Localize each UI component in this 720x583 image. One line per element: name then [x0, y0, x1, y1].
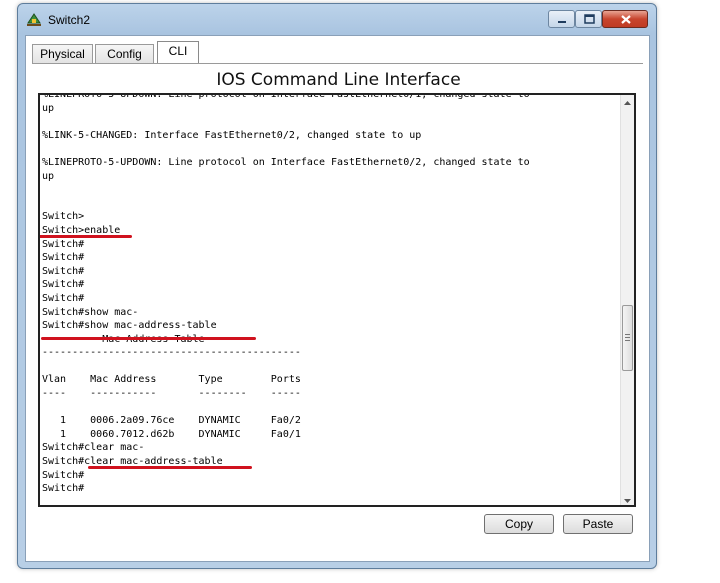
- terminal-line: up: [42, 102, 55, 114]
- terminal-line: %LINEPROTO-5-UPDOWN: Line protocol on In…: [42, 156, 530, 168]
- terminal-line: Switch#show mac-address-table: [42, 320, 217, 332]
- maximize-button[interactable]: [575, 10, 602, 28]
- cli-terminal[interactable]: %LINEPROTO-5-UPDOWN: Line protocol on In…: [38, 93, 636, 507]
- window-title: Switch2: [48, 13, 91, 27]
- close-button[interactable]: [602, 10, 648, 28]
- terminal-line: Switch#: [42, 238, 85, 250]
- app-window: Switch2 Physical Config CLI IOS Command …: [17, 3, 657, 569]
- terminal-line: Vlan Mac Address Type Ports: [42, 374, 301, 386]
- terminal-line: Switch>: [42, 211, 85, 223]
- scroll-up-arrow-icon[interactable]: [621, 95, 634, 108]
- scroll-thumb[interactable]: [622, 305, 633, 371]
- minimize-button[interactable]: [548, 10, 575, 28]
- terminal-line: Switch#: [42, 469, 85, 481]
- terminal-line: up: [42, 170, 55, 182]
- terminal-line: 1 0006.2a09.76ce DYNAMIC Fa0/2: [42, 415, 301, 427]
- terminal-scrollbar[interactable]: [620, 95, 634, 505]
- terminal-line: Switch#: [42, 292, 85, 304]
- scroll-down-arrow-icon[interactable]: [621, 492, 634, 505]
- annotation-underline-clear-mac: [88, 466, 252, 469]
- switch-app-icon: [26, 11, 42, 27]
- terminal-line: Switch#: [42, 265, 85, 277]
- grip-line: [625, 340, 630, 341]
- annotation-underline-show-mac: [41, 337, 256, 340]
- terminal-line: ----------------------------------------…: [42, 347, 301, 359]
- paste-button[interactable]: Paste: [563, 514, 633, 534]
- tab-divider: [32, 63, 643, 64]
- terminal-output: %LINEPROTO-5-UPDOWN: Line protocol on In…: [42, 93, 622, 496]
- terminal-line: %LINK-5-CHANGED: Interface FastEthernet0…: [42, 129, 422, 141]
- page-title: IOS Command Line Interface: [216, 70, 461, 90]
- terminal-line: Switch#: [42, 252, 85, 264]
- terminal-line: ---- ----------- -------- -----: [42, 388, 301, 400]
- terminal-line: 1 0060.7012.d62b DYNAMIC Fa0/1: [42, 428, 301, 440]
- client-area: Physical Config CLI IOS Command Line Int…: [25, 35, 650, 562]
- tab-physical[interactable]: Physical: [32, 44, 93, 63]
- terminal-line: %LINEPROTO-5-UPDOWN: Line protocol on In…: [42, 93, 530, 100]
- grip-line: [625, 337, 630, 338]
- tab-config[interactable]: Config: [95, 44, 154, 63]
- copy-button[interactable]: Copy: [484, 514, 554, 534]
- terminal-line: Switch#show mac-: [42, 306, 139, 318]
- title-bar[interactable]: Switch2: [18, 4, 656, 34]
- terminal-line: Switch#: [42, 279, 85, 291]
- terminal-line: Switch#clear mac-: [42, 442, 145, 454]
- annotation-underline-enable: [40, 235, 132, 238]
- tab-cli[interactable]: CLI: [157, 41, 199, 63]
- grip-line: [625, 334, 630, 335]
- terminal-line: Switch#: [42, 483, 85, 495]
